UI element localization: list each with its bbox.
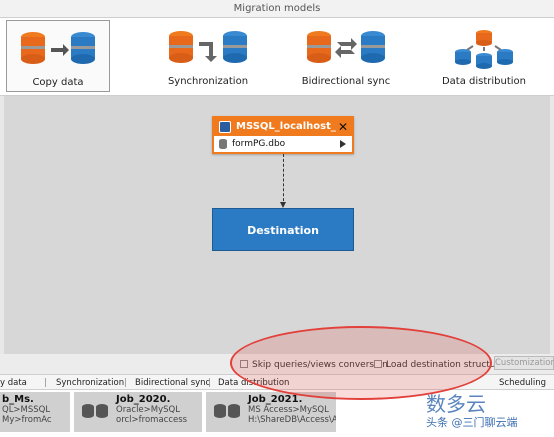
customization-button[interactable]: Customization <box>494 356 554 370</box>
source-node[interactable]: MSSQL_localhost_ ✕ formPG.dbo <box>212 116 354 154</box>
job-route: Oracle>MySQL <box>116 405 180 415</box>
watermark-logo: 数多云 <box>426 392 486 416</box>
job-name: b_Ms. <box>2 394 34 405</box>
job-name: Job_2020. <box>116 394 171 405</box>
database-pair-icon <box>82 404 110 418</box>
model-label: Synchronization <box>167 76 249 87</box>
tab-separator: | <box>44 378 47 388</box>
expand-arrow-icon[interactable] <box>340 140 346 148</box>
model-label: Bidirectional sync <box>301 76 391 87</box>
job-path: My>fromAc <box>2 415 52 425</box>
destination-node[interactable]: Destination <box>212 208 354 251</box>
migration-models-panel: Copy data Synchronization Bidirectional … <box>0 18 554 96</box>
mssql-icon <box>219 121 231 133</box>
model-bidirectional-sync[interactable]: Bidirectional sync <box>294 20 398 92</box>
source-node-header[interactable]: MSSQL_localhost_ ✕ <box>214 118 352 136</box>
data-distribution-icon <box>455 30 513 69</box>
copy-data-icon <box>21 32 95 64</box>
source-title: MSSQL_localhost_ <box>236 121 336 132</box>
close-icon[interactable]: ✕ <box>338 118 348 136</box>
source-table-row[interactable]: formPG.dbo <box>214 136 352 152</box>
job-path: orcl>fromaccess <box>116 415 188 425</box>
tab-separator: | <box>208 378 211 388</box>
watermark-caption: 头条 @三门聊云端 <box>426 416 518 429</box>
synchronization-icon <box>169 31 247 63</box>
job-path: H:\ShareDB\Access\Al. <box>248 415 336 425</box>
job-route: QL>MSSQL <box>2 405 51 415</box>
bidirectional-sync-icon <box>307 31 385 63</box>
model-copy-data[interactable]: Copy data <box>6 20 110 92</box>
migration-window: Migration models Copy data Synchronizati… <box>0 0 554 437</box>
tab-copy-data[interactable]: y data <box>0 376 27 390</box>
model-data-distribution[interactable]: Data distribution <box>432 20 536 92</box>
connector-line <box>283 154 284 206</box>
tab-bidirectional-sync[interactable]: Bidirectional sync <box>135 376 210 390</box>
table-icon <box>219 139 227 149</box>
tab-scheduling[interactable]: Scheduling <box>499 376 546 390</box>
window-title: Migration models <box>0 0 554 18</box>
database-pair-icon <box>214 404 242 418</box>
model-synchronization[interactable]: Synchronization <box>156 20 260 92</box>
model-label: Copy data <box>32 77 84 88</box>
source-table-name: formPG.dbo <box>232 139 286 149</box>
design-canvas[interactable]: MSSQL_localhost_ ✕ formPG.dbo Destinatio… <box>0 96 554 370</box>
job-card[interactable]: Job_2021. MS Access>MySQL H:\ShareDB\Acc… <box>206 392 336 432</box>
tab-synchronization[interactable]: Synchronization <box>56 376 124 390</box>
job-route: MS Access>MySQL <box>248 405 329 415</box>
job-card[interactable]: Job_2020. Oracle>MySQL orcl>fromaccess <box>74 392 202 432</box>
tab-separator: | <box>124 378 127 388</box>
model-label: Data distribution <box>441 76 527 87</box>
job-card[interactable]: b_Ms. QL>MSSQL My>fromAc <box>0 392 70 432</box>
